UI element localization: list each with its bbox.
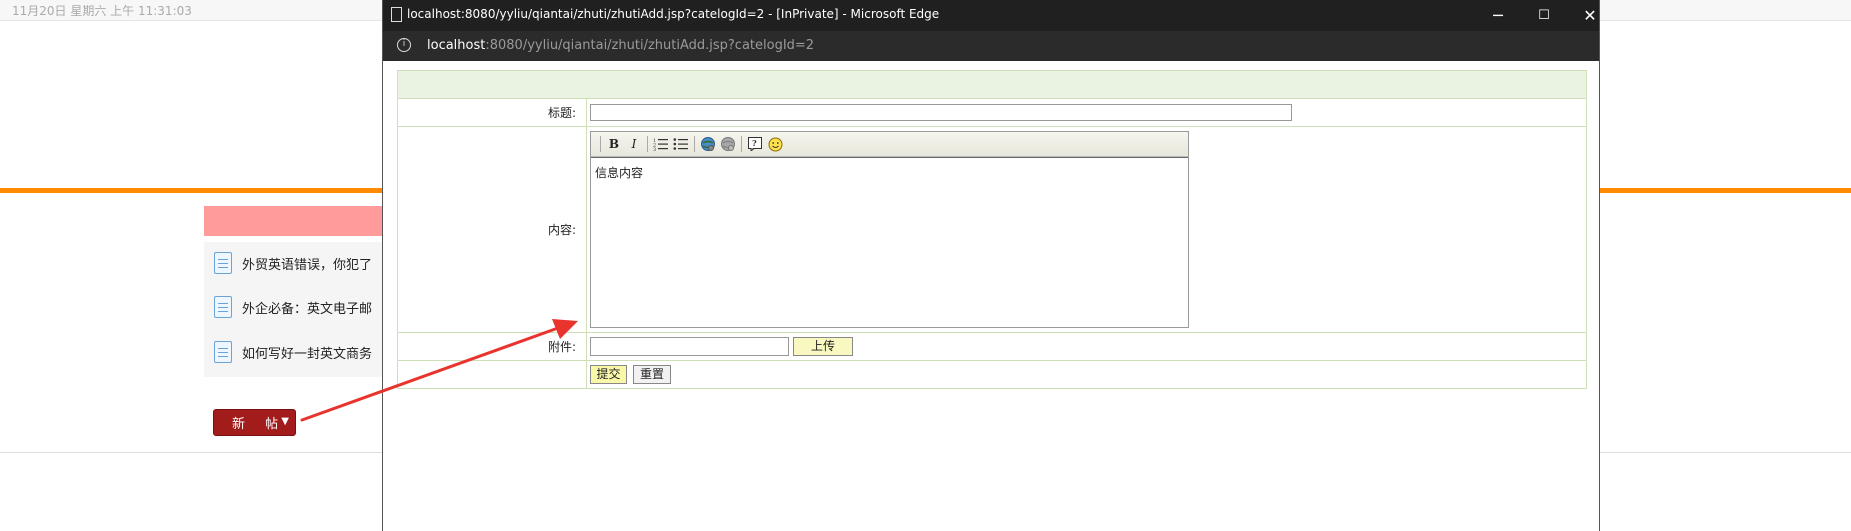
datetime-label: 11月20日 星期六 上午 11:31:03 (12, 4, 192, 18)
italic-icon[interactable]: I (624, 135, 644, 153)
address-bar[interactable]: i localhost:8080/yyliu/qiantai/zhuti/zhu… (383, 31, 1599, 61)
toolbar-separator (647, 136, 648, 152)
smiley-icon[interactable] (765, 135, 785, 153)
title-row: 标题: (397, 98, 1587, 127)
title-label: 标题: (397, 98, 587, 127)
url-host: localhost (427, 38, 486, 53)
maximize-button[interactable]: ☐ (1521, 0, 1567, 31)
title-bar[interactable]: localhost:8080/yyliu/qiantai/zhuti/zhuti… (383, 0, 1599, 31)
bold-icon[interactable]: B (604, 135, 624, 153)
list-item-title[interactable]: 外企必备：英文电子邮 (242, 298, 372, 317)
list-item-title[interactable]: 如何写好一封英文商务 (242, 343, 372, 362)
content-editor-area[interactable]: 信息内容 (591, 157, 1188, 327)
list-item[interactable]: 如何写好一封英文商务 (214, 340, 372, 364)
svg-text:3: 3 (653, 147, 656, 151)
list-item-title[interactable]: 外贸英语错误，你犯了 (242, 254, 372, 273)
title-input[interactable] (590, 104, 1292, 121)
url-text[interactable]: localhost:8080/yyliu/qiantai/zhuti/zhuti… (427, 38, 814, 53)
document-icon (214, 296, 232, 318)
window-title: localhost:8080/yyliu/qiantai/zhuti/zhuti… (407, 7, 940, 21)
unordered-list-icon[interactable] (671, 135, 691, 153)
actions-row: 提交 重置 (397, 360, 1587, 389)
info-icon[interactable]: i (397, 38, 411, 52)
list-item[interactable]: 外贸英语错误，你犯了 (214, 251, 372, 275)
rich-text-editor: B I 123 ? 信息内容 (590, 131, 1189, 328)
dropdown-arrow-icon: ▼ (281, 416, 289, 427)
new-post-button[interactable]: 新 帖 ▼ (213, 409, 296, 436)
section-header-bar (204, 206, 384, 236)
form-header-row (397, 70, 1587, 99)
form-container: 标题: 内容: B I 123 ? 信息内容 附件: 上传 提交 重置 (397, 70, 1587, 389)
upload-button[interactable]: 上传 (793, 337, 853, 356)
editor-toolbar: B I 123 ? (591, 132, 1188, 157)
reset-button[interactable]: 重置 (633, 365, 671, 384)
close-button[interactable]: ✕ (1567, 0, 1599, 31)
submit-button[interactable]: 提交 (590, 365, 627, 384)
document-icon (214, 252, 232, 274)
url-path: :8080/yyliu/qiantai/zhuti/zhutiAdd.jsp?c… (485, 38, 815, 53)
toolbar-separator (600, 136, 601, 152)
link-icon[interactable] (698, 135, 718, 153)
post-form: 标题: 内容: B I 123 ? 信息内容 附件: 上传 提交 重置 (397, 70, 1587, 389)
toolbar-separator (741, 136, 742, 152)
toolbar-separator (694, 136, 695, 152)
document-icon (214, 341, 232, 363)
help-icon[interactable]: ? (745, 135, 765, 153)
post-list: 外贸英语错误，你犯了 外企必备：英文电子邮 如何写好一封英文商务 (204, 242, 384, 377)
page-icon (391, 7, 402, 22)
ordered-list-icon[interactable]: 123 (651, 135, 671, 153)
attachment-row: 附件: 上传 (397, 332, 1587, 361)
content-row: 内容: B I 123 ? 信息内容 (397, 126, 1587, 333)
popup-window: localhost:8080/yyliu/qiantai/zhuti/zhuti… (382, 0, 1600, 531)
minimize-button[interactable]: ─ (1475, 0, 1521, 31)
list-item[interactable]: 外企必备：英文电子邮 (214, 295, 372, 319)
attachment-label: 附件: (397, 332, 587, 361)
content-label: 内容: (397, 126, 587, 333)
unlink-icon[interactable] (718, 135, 738, 153)
new-post-label: 新 帖 (232, 417, 287, 432)
attachment-input[interactable] (590, 337, 789, 356)
svg-text:?: ? (752, 138, 757, 148)
